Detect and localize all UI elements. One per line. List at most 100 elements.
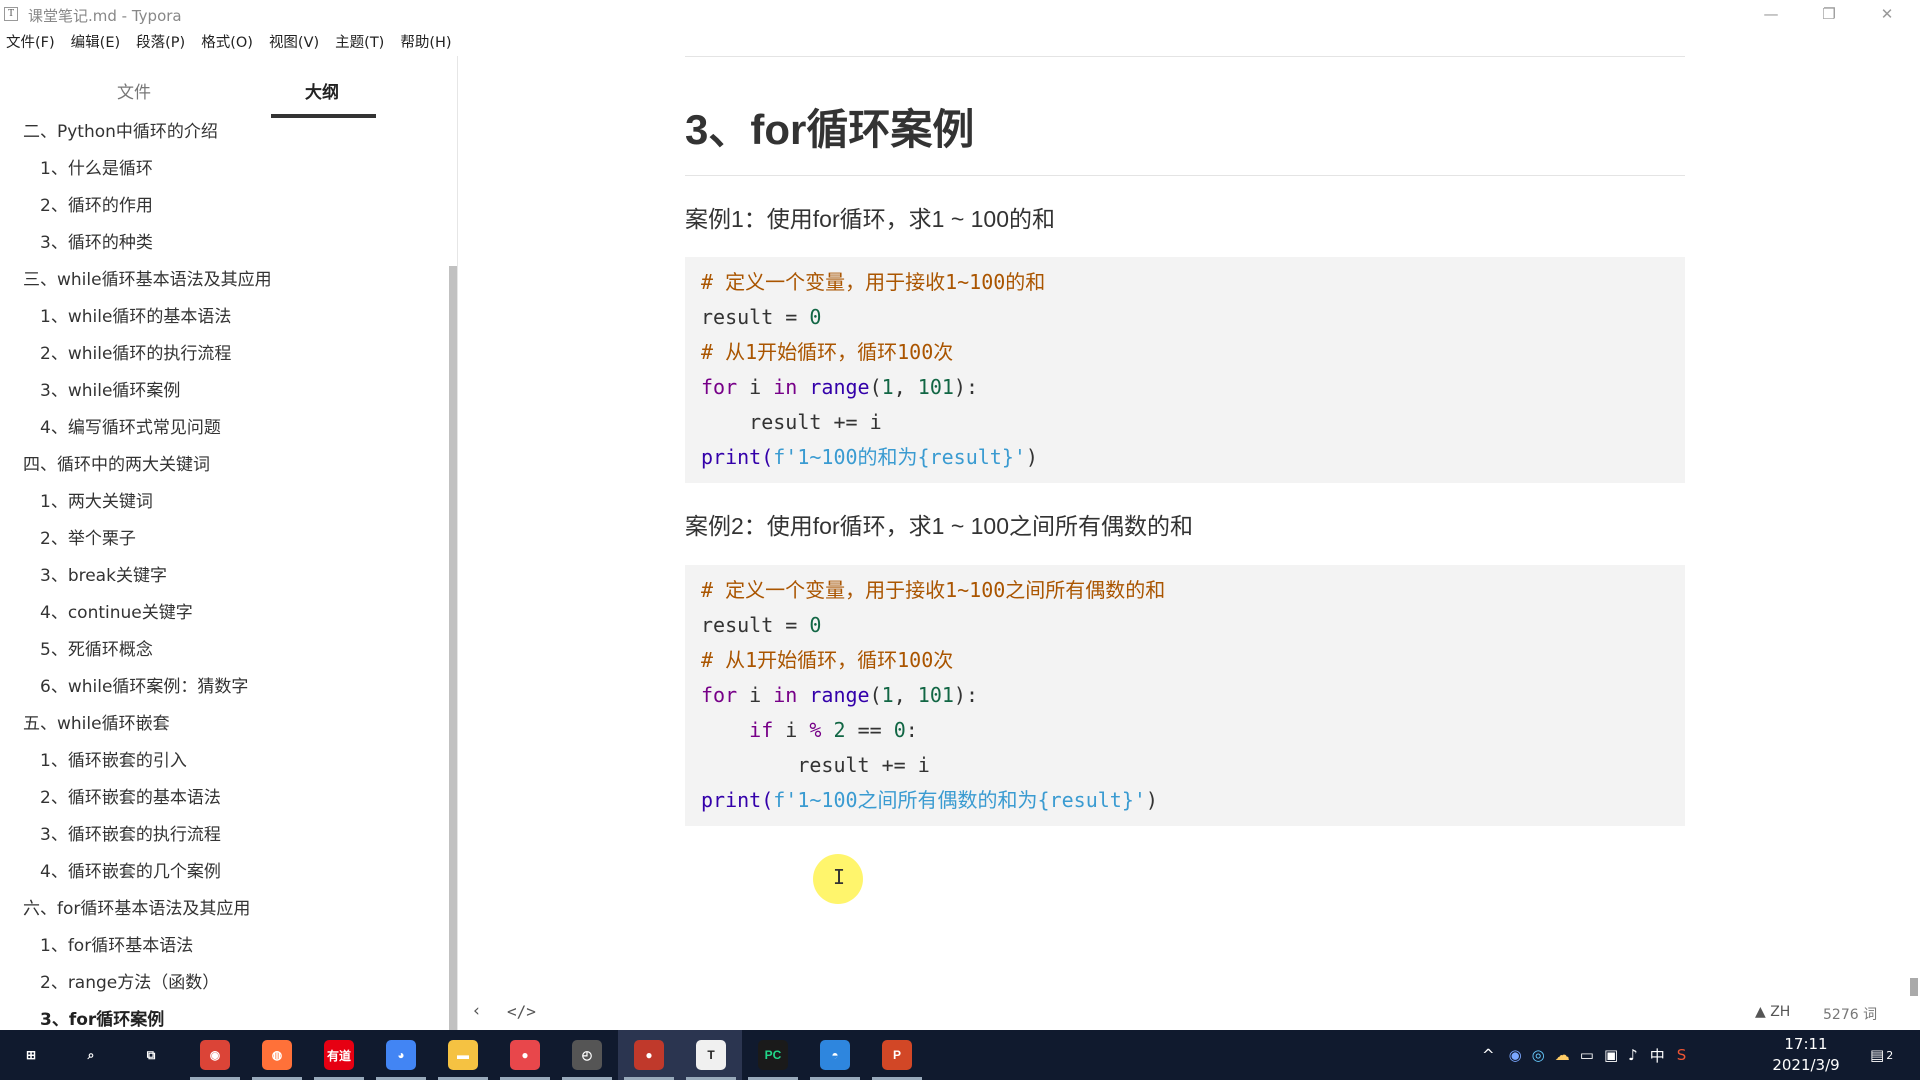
battery-icon[interactable]: ▭ (1580, 1046, 1594, 1064)
code-token: range (809, 375, 870, 399)
search-taskbar-button[interactable]: ⌕ (60, 1030, 122, 1080)
youdao-icon: 有道 (324, 1040, 354, 1070)
code-token: ( (761, 788, 774, 812)
outline-item[interactable]: 3、while循环案例 (0, 373, 452, 410)
restore-button[interactable]: ❐ (1806, 2, 1852, 26)
volume-icon[interactable]: ♪ (1628, 1046, 1638, 1064)
screen-recorder-icon: ● (510, 1040, 540, 1070)
outline-item[interactable]: 五、while循环嵌套 (0, 706, 452, 743)
record-taskbar-button[interactable]: ● (618, 1030, 680, 1080)
menu-help[interactable]: 帮助(H) (400, 30, 451, 56)
record-icon: ● (634, 1040, 664, 1070)
tray-expand-icon[interactable]: ^ (1482, 1046, 1495, 1064)
outline-item[interactable]: 2、循环的作用 (0, 188, 452, 225)
tray-network-app-icon[interactable]: ◎ (1532, 1046, 1545, 1064)
powerpoint-taskbar-button[interactable]: P (866, 1030, 928, 1080)
file-explorer-taskbar-button[interactable]: ▬ (432, 1030, 494, 1080)
outline-item[interactable]: 1、什么是循环 (0, 151, 452, 188)
editor[interactable]: 3、for循环案例 案例1：使用for循环，求1 ~ 100的和 # 定义一个变… (459, 56, 1920, 1030)
sidebar-scrollbar[interactable] (449, 266, 457, 1030)
sogou-ime-icon[interactable]: S (1677, 1046, 1687, 1064)
outline-item[interactable]: 1、while循环的基本语法 (0, 299, 452, 336)
code-block-1[interactable]: # 定义一个变量，用于接收1~100的和 result = 0 # 从1开始循环，循… (685, 257, 1685, 483)
outline-item[interactable]: 六、for循环基本语法及其应用 (0, 891, 452, 928)
youdao-taskbar-button[interactable]: 有道 (308, 1030, 370, 1080)
chat-app-taskbar-button[interactable]: ◓ (804, 1030, 866, 1080)
code-token: 2 (833, 718, 846, 742)
outline-item[interactable]: 四、循环中的两大关键词 (0, 447, 452, 484)
windows-start-taskbar-button[interactable]: ⊞ (0, 1030, 62, 1080)
menu-format[interactable]: 格式(O) (201, 30, 253, 56)
outline-item[interactable]: 2、循环嵌套的基本语法 (0, 780, 452, 817)
menu-edit[interactable]: 编辑(E) (71, 30, 120, 56)
ime-indicator[interactable]: 中 (1650, 1045, 1665, 1066)
outline-item[interactable]: 3、for循环案例 (0, 1002, 452, 1030)
back-arrow-icon[interactable]: ‹ (473, 1001, 480, 1021)
outline-item[interactable]: 6、while循环案例：猜数字 (0, 669, 452, 706)
code-token: : (905, 718, 918, 742)
active-tab-indicator (271, 114, 376, 118)
clock-app-icon: ◴ (572, 1040, 602, 1070)
outline-item[interactable]: 3、循环的种类 (0, 225, 452, 262)
outline-item[interactable]: 1、循环嵌套的引入 (0, 743, 452, 780)
task-view-taskbar-button[interactable]: ⧉ (120, 1030, 182, 1080)
code-line: # 从1开始循环，循环100次 (701, 335, 1669, 370)
browser-taskbar-button[interactable]: ◕ (370, 1030, 432, 1080)
pycharm-taskbar-button[interactable]: PC (742, 1030, 804, 1080)
outline-item[interactable]: 5、死循环概念 (0, 632, 452, 669)
code-line: for i in range(1, 101): (701, 370, 1669, 405)
menu-theme[interactable]: 主题(T) (335, 30, 384, 56)
code-token: == (845, 718, 894, 742)
clock[interactable]: 17:11 2021/3/9 (1770, 1034, 1842, 1076)
clock-app-taskbar-button[interactable]: ◴ (556, 1030, 618, 1080)
screen-recorder-taskbar-button[interactable]: ● (494, 1030, 556, 1080)
typora-app-icon: T (4, 7, 18, 21)
source-code-toggle-icon[interactable]: </> (507, 1002, 536, 1021)
code-token: # 定义一个变量，用于接收1~100之间所有偶数的和 (701, 578, 1166, 602)
outline-item[interactable]: 2、while循环的执行流程 (0, 336, 452, 373)
network-icon[interactable]: ▣ (1604, 1046, 1618, 1064)
notification-center-icon[interactable]: ▤ 2 (1870, 1030, 1893, 1080)
menu-view[interactable]: 视图(V) (269, 30, 319, 56)
outline-item[interactable]: 4、continue关键字 (0, 595, 452, 632)
code-token: i (773, 718, 810, 742)
outline-item[interactable]: 2、举个栗子 (0, 521, 452, 558)
outline-item[interactable]: 3、循环嵌套的执行流程 (0, 817, 452, 854)
firefox-taskbar-button[interactable]: ◍ (246, 1030, 308, 1080)
code-token: range (809, 683, 870, 707)
outline-item[interactable]: 3、break关键字 (0, 558, 452, 595)
code-block-2[interactable]: # 定义一个变量，用于接收1~100之间所有偶数的和 result = 0 # 从1… (685, 565, 1685, 826)
outline-item[interactable]: 4、循环嵌套的几个案例 (0, 854, 452, 891)
word-count[interactable]: 5276 词 (1823, 1004, 1877, 1024)
code-token: 0 (809, 305, 822, 329)
language-indicator[interactable]: ▲ ZH (1755, 1004, 1790, 1020)
minimize-button[interactable]: — (1748, 2, 1794, 26)
menu-file[interactable]: 文件(F) (6, 30, 55, 56)
tab-files[interactable]: 文件 (117, 78, 151, 103)
menu-paragraph[interactable]: 段落(P) (136, 30, 185, 56)
code-line: result = 0 (701, 300, 1669, 335)
outline-item[interactable]: 2、range方法（函数） (0, 965, 452, 1002)
chrome-icon: ◉ (200, 1040, 230, 1070)
outline-item[interactable]: 1、for循环基本语法 (0, 928, 452, 965)
outline-item[interactable]: 1、两大关键词 (0, 484, 452, 521)
code-token: % (809, 718, 822, 742)
close-button[interactable]: ✕ (1864, 2, 1910, 26)
code-token: for (701, 683, 738, 707)
typora-taskbar-button[interactable]: T (680, 1030, 742, 1080)
sidebar: 二、Python中循环的介绍 1、什么是循环 2、循环的作用 3、循环的种类 三、whi… (0, 56, 458, 1030)
tab-outline[interactable]: 大纲 (305, 78, 339, 103)
taskbar: ^ ◉ ◎ ☁ ▭ ▣ ♪ 中 S 17:11 2021/3/9 ▤ 2 ⊞ ⌕ ⧉ ◉… (0, 1030, 1920, 1080)
tray-app-icon[interactable]: ◉ (1509, 1046, 1522, 1064)
tray-cloud-icon[interactable]: ☁ (1555, 1046, 1570, 1064)
text-cursor-icon: I (833, 865, 846, 889)
outline-item[interactable]: 三、while循环基本语法及其应用 (0, 262, 452, 299)
code-token: # 从1开始循环，循环100次 (701, 340, 954, 364)
outline-item[interactable]: 4、编写循环式常见问题 (0, 410, 452, 447)
code-token: ( (869, 375, 882, 399)
chrome-taskbar-button[interactable]: ◉ (184, 1030, 246, 1080)
